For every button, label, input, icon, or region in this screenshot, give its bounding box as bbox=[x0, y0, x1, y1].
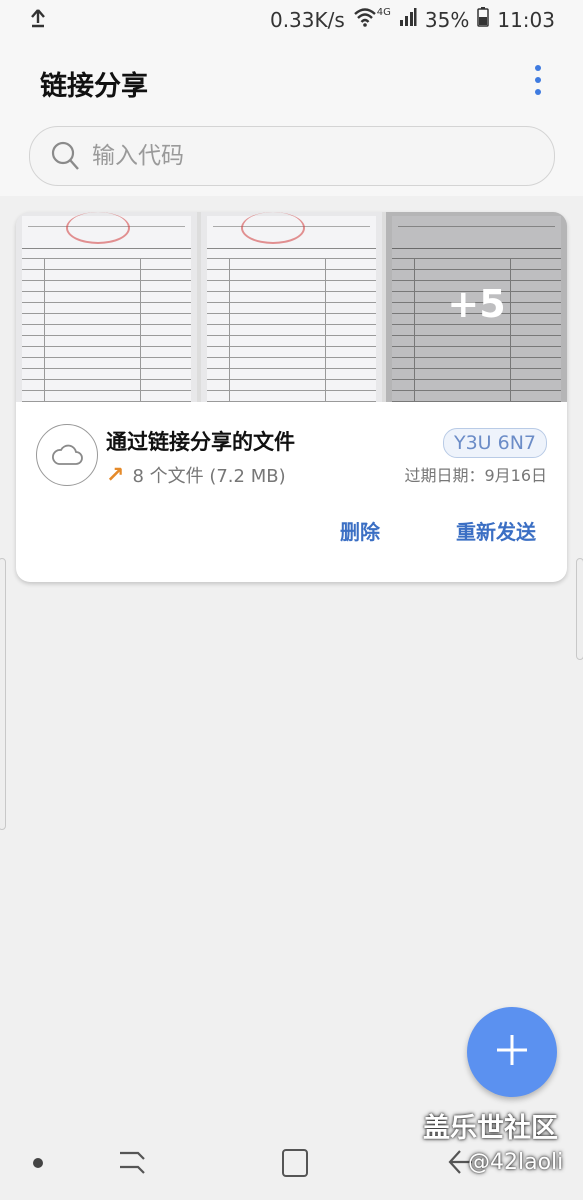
watermark-user: @42laoli bbox=[468, 1150, 564, 1175]
thumbnail-image[interactable]: +5 bbox=[386, 212, 567, 402]
share-card[interactable]: +5 通过链接分享的文件 ↗ 8 个文件 (7.2 MB) Y3U 6N7 过期… bbox=[16, 212, 567, 582]
share-arrow-icon: ↗ bbox=[106, 462, 125, 488]
share-code-badge[interactable]: Y3U 6N7 bbox=[442, 428, 547, 458]
search-input[interactable] bbox=[90, 135, 534, 177]
wifi-icon bbox=[353, 7, 377, 32]
status-bar: 0.33K/s 4G 35% 11:03 bbox=[0, 0, 583, 40]
thumbnail-image[interactable] bbox=[201, 212, 382, 402]
page-title: 链接分享 bbox=[40, 71, 148, 102]
left-edge-handle[interactable] bbox=[0, 558, 6, 830]
signal-icon bbox=[399, 7, 417, 32]
cloud-icon bbox=[36, 424, 98, 486]
share-title: 通过链接分享的文件 bbox=[106, 430, 295, 454]
more-images-count: +5 bbox=[447, 282, 506, 326]
app-header: 链接分享 bbox=[0, 40, 583, 196]
search-box[interactable] bbox=[29, 126, 555, 186]
file-count-row: ↗ 8 个文件 (7.2 MB) bbox=[106, 462, 286, 488]
upload-icon bbox=[30, 8, 46, 33]
clock: 11:03 bbox=[497, 7, 555, 32]
nav-dot-icon[interactable] bbox=[33, 1158, 43, 1168]
expiry-date: 过期日期：9月16日 bbox=[404, 466, 547, 485]
file-count: 8 个文件 (7.2 MB) bbox=[132, 466, 286, 487]
right-edge-handle[interactable] bbox=[576, 558, 583, 660]
delete-button[interactable]: 删除 bbox=[340, 516, 380, 545]
network-type: 4G bbox=[376, 7, 391, 18]
more-vertical-icon[interactable] bbox=[533, 65, 543, 95]
thumbnail-image[interactable] bbox=[16, 212, 197, 402]
thumbnail-strip[interactable]: +5 bbox=[16, 212, 567, 402]
home-icon[interactable] bbox=[282, 1149, 308, 1177]
search-icon bbox=[50, 140, 80, 176]
resend-button[interactable]: 重新发送 bbox=[456, 516, 536, 545]
battery-percent: 35% bbox=[424, 7, 470, 32]
plus-icon bbox=[494, 1032, 530, 1072]
add-button[interactable] bbox=[467, 1007, 557, 1097]
network-speed: 0.33K/s bbox=[269, 7, 345, 32]
battery-icon bbox=[477, 7, 490, 32]
recent-apps-icon[interactable] bbox=[118, 1149, 146, 1181]
